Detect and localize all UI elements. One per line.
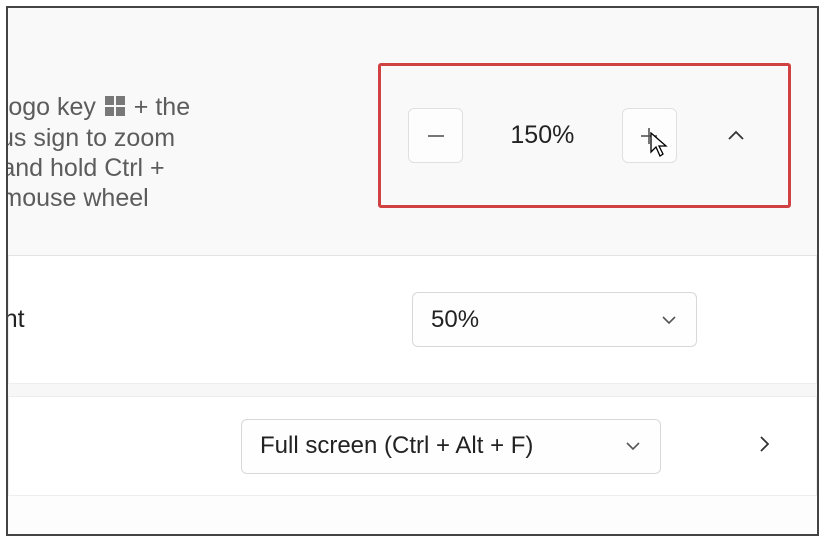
increment-label: ment bbox=[6, 305, 25, 334]
chevron-right-icon bbox=[754, 433, 776, 455]
desc-fragment: te your mouse wheel bbox=[6, 184, 149, 212]
zoom-level-value: 150% bbox=[497, 121, 587, 150]
increment-value: 50% bbox=[431, 306, 479, 334]
desc-fragment: the Minus sign to zoom bbox=[6, 124, 175, 152]
zoom-increment-section: ment 50% bbox=[8, 256, 817, 384]
zoom-control-highlight: 150% bbox=[378, 63, 791, 208]
windows-logo-icon bbox=[105, 93, 125, 123]
chevron-down-icon bbox=[624, 437, 642, 455]
zoom-increment-dropdown[interactable]: 50% bbox=[412, 292, 697, 347]
zoom-description-text: indows logo key + the the Minus sign to … bbox=[6, 92, 358, 213]
plus-icon bbox=[638, 125, 660, 147]
chevron-up-icon bbox=[725, 125, 747, 147]
zoom-level-section: indows logo key + the the Minus sign to … bbox=[8, 8, 817, 256]
minus-icon bbox=[425, 125, 447, 147]
chevron-down-icon bbox=[660, 311, 678, 329]
magnifier-view-section[interactable]: Full screen (Ctrl + Alt + F) bbox=[8, 396, 817, 496]
collapse-button[interactable] bbox=[711, 111, 761, 161]
zoom-out-button[interactable] bbox=[408, 108, 463, 163]
expand-section-button[interactable] bbox=[754, 433, 776, 460]
view-mode-dropdown[interactable]: Full screen (Ctrl + Alt + F) bbox=[241, 419, 661, 474]
zoom-in-button[interactable] bbox=[622, 108, 677, 163]
desc-fragment: r press and hold Ctrl + bbox=[6, 154, 165, 182]
desc-fragment: + the bbox=[134, 93, 190, 121]
desc-fragment: indows logo key bbox=[6, 93, 96, 121]
view-mode-value: Full screen (Ctrl + Alt + F) bbox=[260, 432, 533, 460]
section-gap bbox=[8, 384, 817, 396]
